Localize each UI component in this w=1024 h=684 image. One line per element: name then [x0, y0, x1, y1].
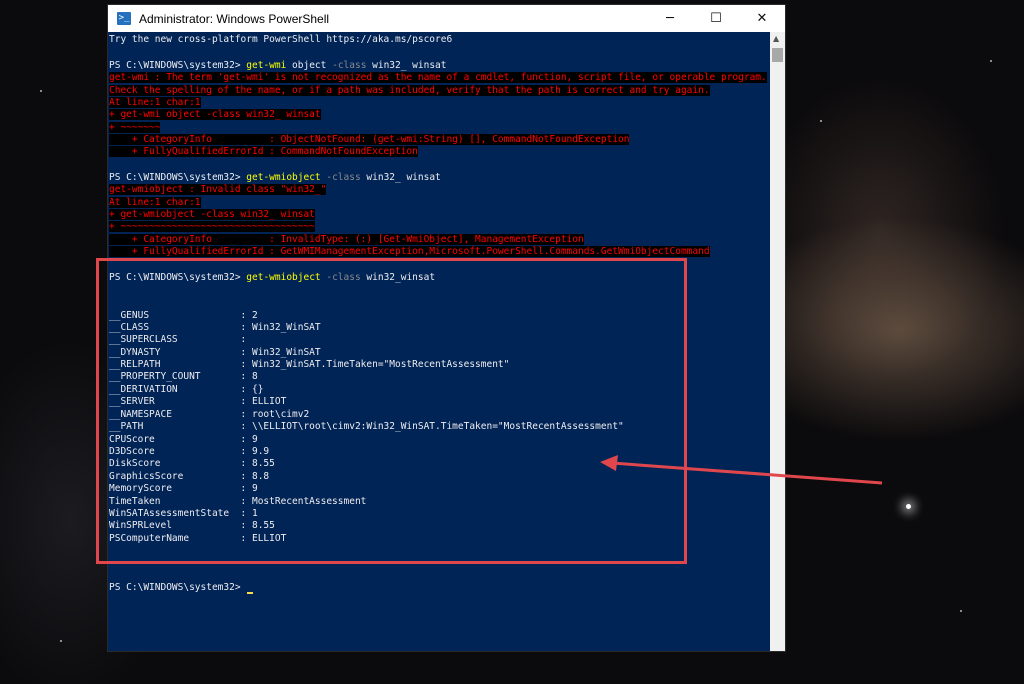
- annotation-arrow: [600, 455, 883, 485]
